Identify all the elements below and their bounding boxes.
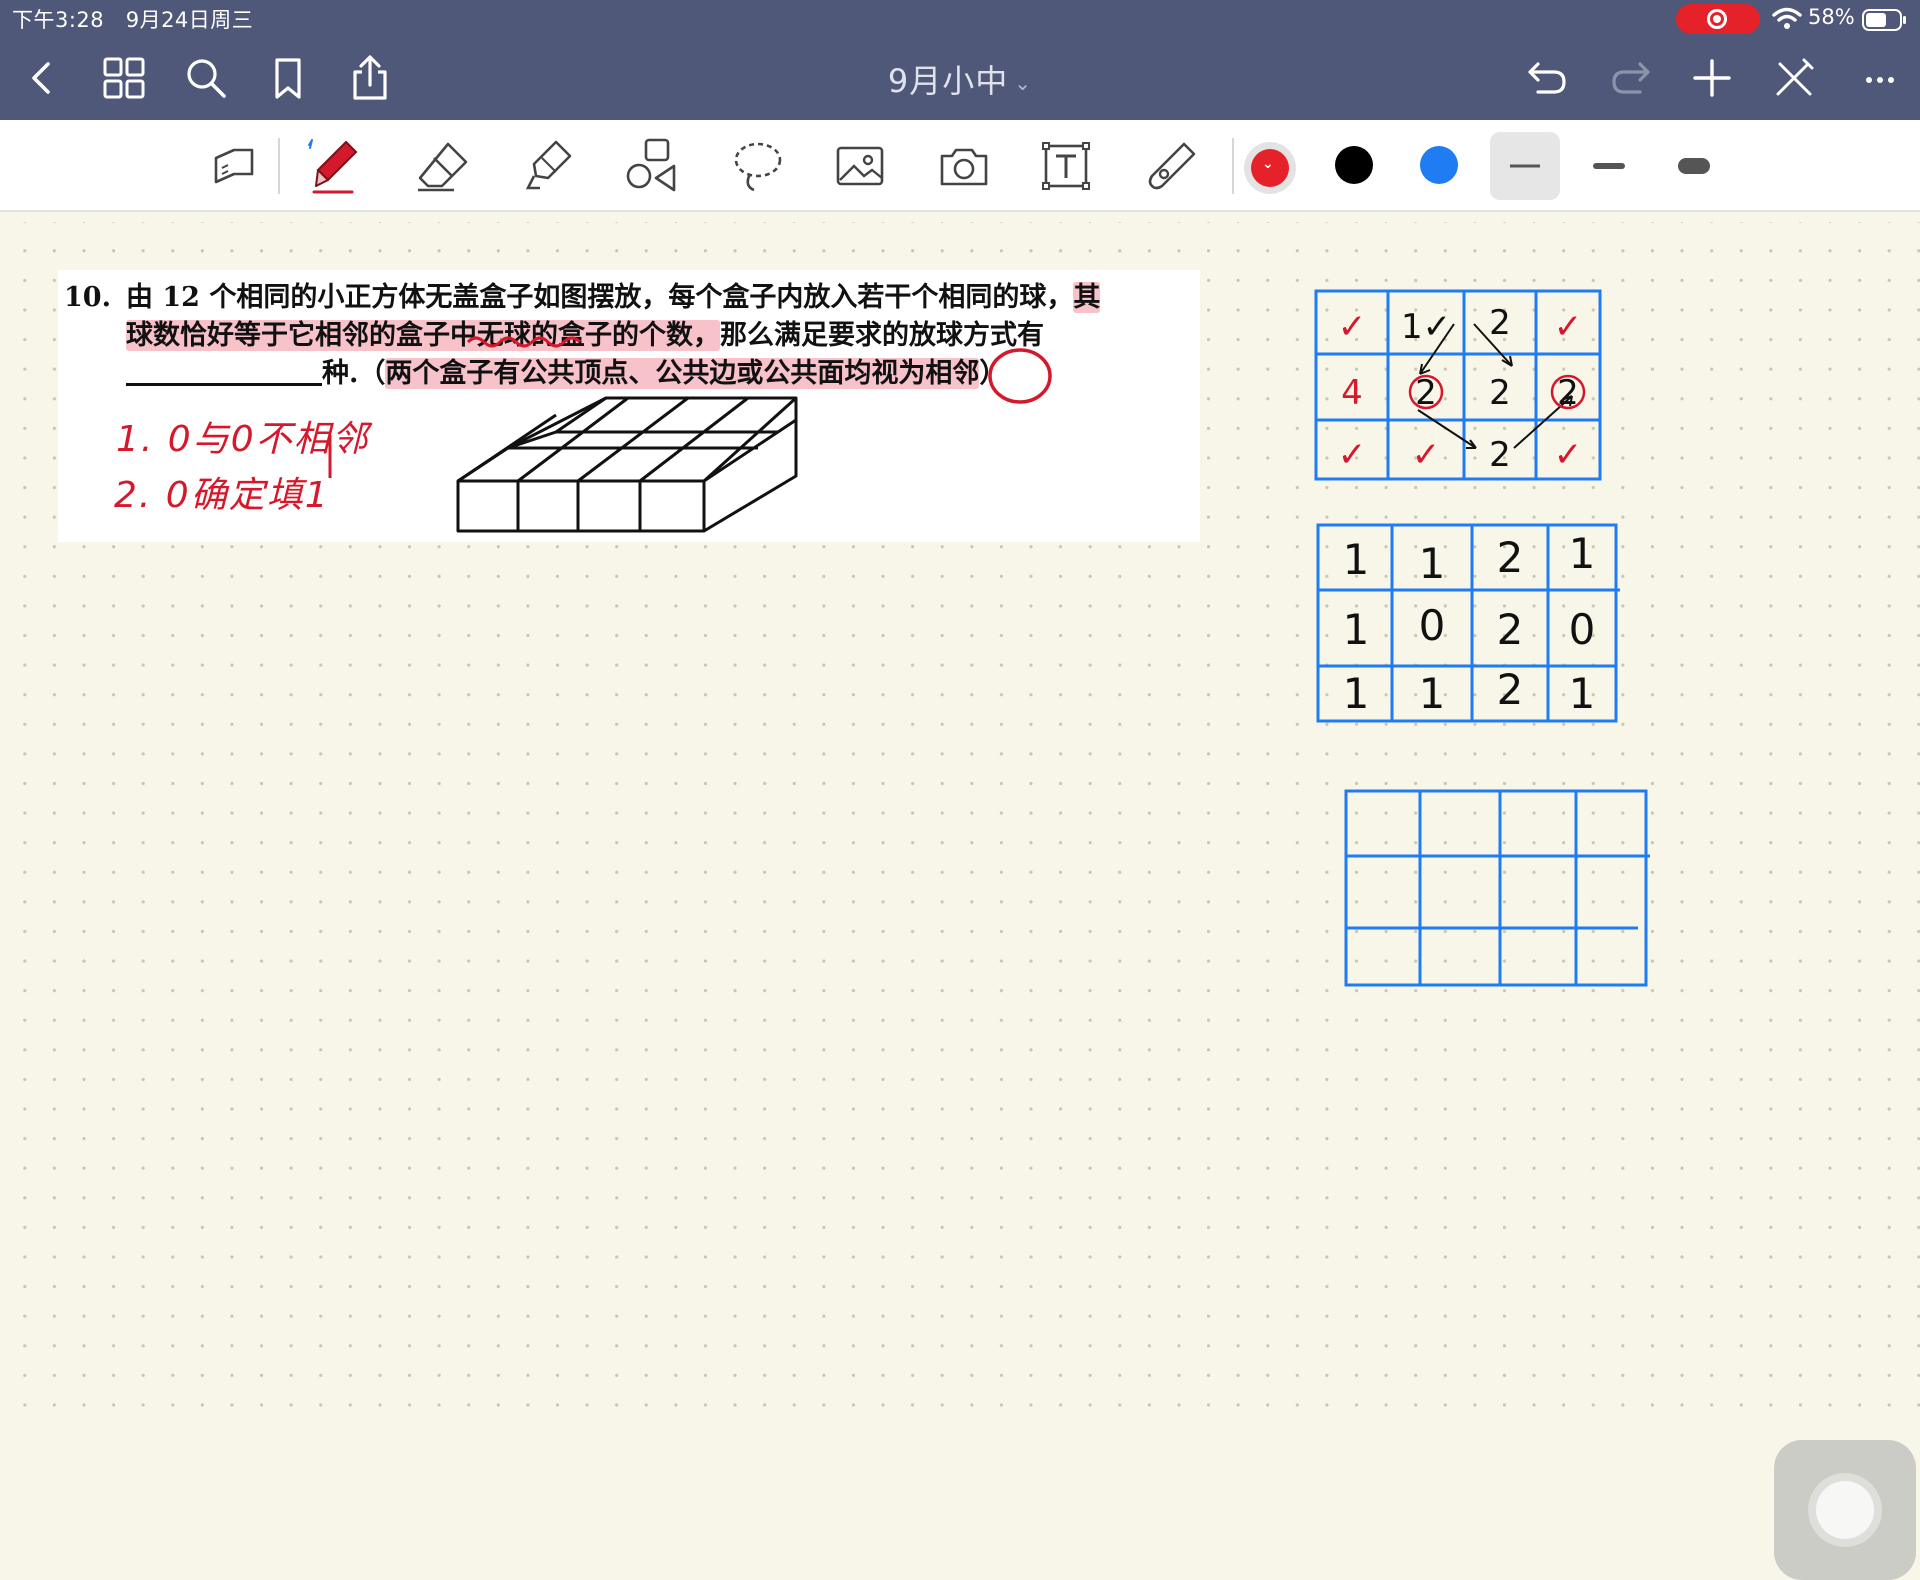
problem-line-3: 种.（两个盒子有公共顶点、公共边或公共面均视为相邻） [126, 354, 1006, 393]
stroke-thick-button[interactable] [1659, 132, 1729, 200]
notebook-page[interactable]: 10. 由 12 个相同的小正方体无盖盒子如图摆放，每个盒子内放入若干个相同的球… [0, 222, 1920, 1580]
battery-percent: 58% [1808, 5, 1855, 29]
stroke-thick-icon [1678, 158, 1710, 174]
handwritten-note-1: 1. 0与0不相邻 [116, 419, 370, 460]
handwritten-grid-3[interactable] [1344, 788, 1652, 992]
grid-3-lines [1344, 789, 1650, 987]
grid-2-cell: 1 [1419, 539, 1446, 588]
color-red-swatch[interactable]: ⌄ [1251, 149, 1289, 187]
assistive-touch-icon [1816, 1481, 1874, 1539]
close-pen-icon[interactable] [1768, 52, 1820, 104]
grid-2-cell: 1 [1343, 605, 1370, 654]
handwritten-grid-1[interactable]: ✓ 1✓ 2 ✓ 4 2 2 2 ✓ ✓ 2 ✓ [1314, 288, 1604, 488]
grid-1-cell: 2 [1489, 435, 1511, 475]
answer-blank [126, 355, 322, 386]
grid-1-cell: 1✓ [1401, 307, 1451, 347]
problem-line-3-end: ） [979, 358, 1007, 389]
grid-2-cell: 1 [1343, 535, 1370, 584]
grid-2-lines: 1 1 2 1 1 0 2 0 1 1 2 1 [1316, 523, 1620, 723]
grid-1-cell: ✓ [1338, 435, 1367, 475]
grid-1-cell: 2 [1489, 373, 1511, 413]
shapes-icon[interactable] [622, 136, 682, 196]
image-icon[interactable] [830, 136, 890, 196]
undo-icon[interactable] [1522, 52, 1574, 104]
grid-1-cell: ✓ [1554, 435, 1583, 475]
grid-1-cell: 2 [1489, 303, 1511, 343]
problem-line-3-highlight: 两个盒子有公共顶点、公共边或公共面均视为相邻 [385, 358, 980, 389]
document-title[interactable]: 9月小中 ⌄ [860, 56, 1060, 100]
battery-icon [1862, 9, 1906, 31]
check-icon: ⌄ [1262, 156, 1274, 172]
laser-pointer-icon[interactable] [1142, 136, 1202, 196]
eraser-icon[interactable] [414, 136, 474, 196]
chevron-down-icon: ⌄ [1014, 71, 1033, 95]
grid-icon[interactable] [98, 52, 150, 104]
redo-icon[interactable] [1604, 52, 1656, 104]
handwritten-note-2: 2. 0确定填1 [114, 475, 330, 516]
clock-time: 下午3:28 [12, 8, 105, 32]
back-icon[interactable] [16, 52, 68, 104]
problem-line-2-highlight: 球数恰好等于它相邻的盒子中无球的盒子的个数， [126, 320, 720, 351]
grid-2-cell: 1 [1419, 669, 1446, 718]
document-title-text: 9月小中 [887, 62, 1009, 100]
screen-recording-indicator[interactable] [1676, 4, 1760, 34]
problem-line-1-highlight: 其 [1073, 282, 1101, 313]
problem-number: 10. [64, 282, 111, 313]
stroke-thin-icon [1510, 164, 1540, 168]
problem-line-2-text: 那么满足要求的放球方式有 [720, 320, 1044, 351]
problem-line-1: 由 12 个相同的小正方体无盖盒子如图摆放，每个盒子内放入若干个相同的球，其 [126, 278, 1101, 317]
wifi-icon [1772, 7, 1802, 29]
status-time: 下午3:28 9月24日周三 [12, 4, 253, 34]
grid-1-lines: ✓ 1✓ 2 ✓ 4 2 2 2 ✓ ✓ 2 ✓ [1314, 289, 1602, 481]
problem-line-3-text: 种.（ [322, 358, 386, 389]
bookmark-icon[interactable] [262, 52, 314, 104]
top-bar: 下午3:28 9月24日周三 58% 9月小中 ⌄ [0, 0, 1920, 120]
grid-2-cell: 1 [1569, 669, 1596, 718]
grid-1-cell: ✓ [1338, 307, 1367, 347]
problem-line-2: 球数恰好等于它相邻的盒子中无球的盒子的个数，那么满足要求的放球方式有 [126, 316, 1044, 355]
lasso-icon[interactable] [728, 136, 788, 196]
grid-1-cell: ✓ [1412, 435, 1441, 475]
toolbar-divider [1232, 138, 1234, 194]
highlighter-icon[interactable] [518, 136, 578, 196]
share-icon[interactable] [344, 52, 396, 104]
more-icon[interactable] [1854, 52, 1906, 104]
grid-2-cell: 1 [1343, 669, 1370, 718]
plus-icon[interactable] [1686, 52, 1738, 104]
drawing-toolbar: ⌄ [0, 120, 1920, 212]
camera-icon[interactable] [934, 136, 994, 196]
grid-2-cell: 2 [1497, 605, 1524, 654]
stroke-medium-icon [1593, 163, 1625, 169]
clock-date: 9月24日周三 [125, 8, 254, 32]
color-blue-swatch[interactable] [1420, 146, 1458, 184]
grid-2-cell: 2 [1497, 665, 1524, 714]
text-icon[interactable] [1036, 136, 1096, 196]
search-icon[interactable] [180, 52, 232, 104]
stroke-thin-button[interactable] [1490, 132, 1560, 200]
color-black-swatch[interactable] [1335, 146, 1373, 184]
record-icon [1707, 9, 1727, 29]
problem-snippet[interactable]: 10. 由 12 个相同的小正方体无盖盒子如图摆放，每个盒子内放入若干个相同的球… [58, 270, 1200, 542]
toolbar-divider [278, 138, 280, 194]
grid-1-cell: 4 [1341, 373, 1363, 413]
grid-2-cell: 0 [1419, 601, 1446, 650]
grid-2-cell: 1 [1569, 529, 1596, 578]
pen-icon[interactable] [306, 136, 366, 196]
grid-2-cell: 0 [1569, 605, 1596, 654]
page-view-icon[interactable] [204, 136, 264, 196]
assistive-touch-button[interactable] [1774, 1440, 1916, 1580]
grid-2-cell: 2 [1497, 533, 1524, 582]
handwritten-grid-2[interactable]: 1 1 2 1 1 0 2 0 1 1 2 1 [1316, 522, 1620, 726]
stroke-medium-button[interactable] [1574, 132, 1644, 200]
grid-1-cell: ✓ [1554, 307, 1583, 347]
problem-line-1-text: 由 12 个相同的小正方体无盖盒子如图摆放，每个盒子内放入若干个相同的球， [126, 282, 1074, 313]
